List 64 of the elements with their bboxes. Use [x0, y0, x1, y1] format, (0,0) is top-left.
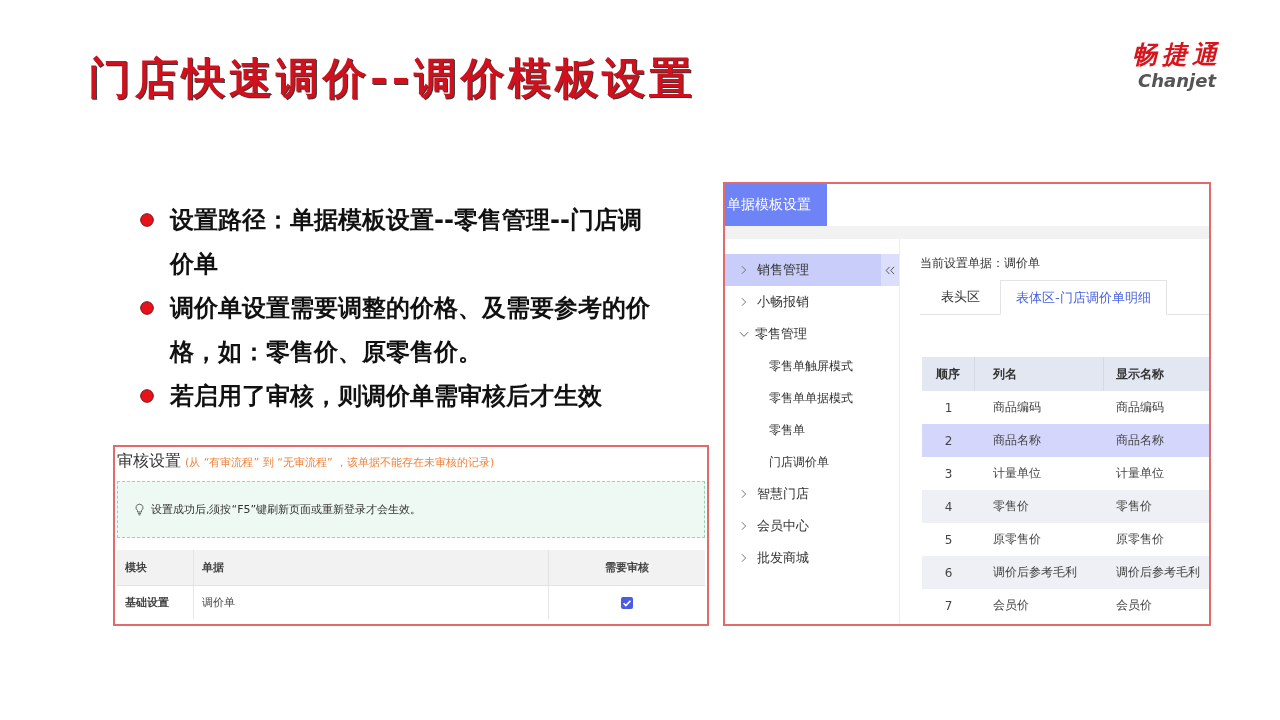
table-cell-text: 计量单位: [1115, 465, 1165, 482]
logo-text: 畅捷通: [1132, 40, 1222, 70]
sidebar-item[interactable]: 零售单触屏模式: [725, 350, 899, 382]
sidebar-item[interactable]: 智慧门店: [725, 478, 899, 510]
table-header-cell: 列名: [975, 357, 1104, 391]
lightbulb-icon: [134, 503, 145, 516]
table-row[interactable]: 3 计量单位 计量单位: [922, 457, 1209, 490]
table-row[interactable]: 6 调价后参考毛利 调价后参考毛利: [922, 556, 1209, 589]
table-cell-text: 2: [943, 432, 954, 450]
table-cell-text: 商品编码: [1115, 399, 1165, 416]
logo-subtitle: Chanjet: [1138, 70, 1216, 92]
table-row[interactable]: 4 零售价 零售价: [922, 490, 1209, 523]
current-document-label: 当前设置单据：调价单: [920, 255, 1041, 272]
table-cell: 调价单: [194, 586, 549, 619]
table-cell-text: 3: [943, 465, 954, 483]
bullet-text: 设置路径：单据模板设置--零售管理--门店调价单: [170, 205, 643, 280]
panel-note: (从 “有审流程” 到 “无审流程” ，该单据不能存在未审核的记录): [185, 455, 495, 470]
table-cell-text: 5: [943, 531, 954, 549]
table-cell-text: 会员价: [992, 597, 1030, 614]
tab[interactable]: 表头区: [920, 280, 1000, 314]
table-header-cell: 顺序: [922, 357, 975, 391]
table-cell-text: 原零售价: [1115, 531, 1165, 548]
table-cell-text: 6: [943, 564, 954, 582]
table-cell-text: 调价后参考毛利: [992, 564, 1078, 581]
table-header-cell: 单据: [194, 550, 549, 586]
sidebar-item[interactable]: 零售单: [725, 414, 899, 446]
double-chevron-left-icon: [885, 265, 895, 275]
table-header-cell-text: 显示名称: [1115, 365, 1165, 383]
table-row[interactable]: 1 商品编码 商品编码: [922, 391, 1209, 424]
table-cell-text: 会员价: [1115, 597, 1153, 614]
table-row[interactable]: 5 原零售价 原零售价: [922, 523, 1209, 556]
slide-title: 门店快速调价--调价模板设置: [88, 54, 696, 102]
tab[interactable]: 表体区-门店调价单明细: [1000, 280, 1167, 315]
table-cell-text: 零售价: [992, 498, 1030, 515]
table-cell-text: 计量单位: [992, 465, 1042, 482]
table-cell-text: 商品编码: [992, 399, 1042, 416]
table-row[interactable]: 7 会员价 会员价: [922, 589, 1209, 622]
table-cell: 基础设置: [117, 586, 194, 619]
bullet-dot-icon: [140, 213, 154, 227]
panel-title: 审核设置: [117, 451, 181, 472]
table-cell-text: 调价后参考毛利: [1115, 564, 1201, 581]
table-cell-text: 原零售价: [992, 531, 1042, 548]
sidebar-item[interactable]: 小畅报销: [725, 286, 899, 318]
table-cell-text: 7: [943, 597, 954, 615]
sidebar-item[interactable]: 门店调价单: [725, 446, 899, 478]
sidebar-item[interactable]: 零售单单据模式: [725, 382, 899, 414]
table-cell-text: 4: [943, 498, 954, 516]
tip-text: 设置成功后,须按“F5”键刷新页面或重新登录才会生效。: [151, 502, 422, 517]
table-header-cell: 模块: [117, 550, 194, 586]
table-header-cell: 需要审核: [549, 550, 705, 586]
bullet-dot-icon: [140, 389, 154, 403]
bullet-text: 调价单设置需要调整的价格、及需要参考的价格，如：零售价、原零售价。: [170, 293, 651, 368]
sidebar-item[interactable]: 批发商城: [725, 542, 899, 574]
sidebar-item[interactable]: 会员中心: [725, 510, 899, 542]
checkbox[interactable]: [621, 596, 633, 609]
sidebar-item[interactable]: 零售管理: [725, 318, 899, 350]
table-cell-text: 商品名称: [1115, 432, 1165, 449]
table-row[interactable]: 2 商品名称 商品名称: [922, 424, 1209, 457]
bullet-text: 若启用了审核，则调价单需审核后才生效: [170, 381, 603, 412]
table-cell-text: 零售价: [1115, 498, 1153, 515]
bullet-dot-icon: [140, 301, 154, 315]
sidebar-item[interactable]: 销售管理: [725, 254, 881, 286]
table-cell-text: 1: [943, 399, 954, 417]
table-cell-text: 商品名称: [992, 432, 1042, 449]
